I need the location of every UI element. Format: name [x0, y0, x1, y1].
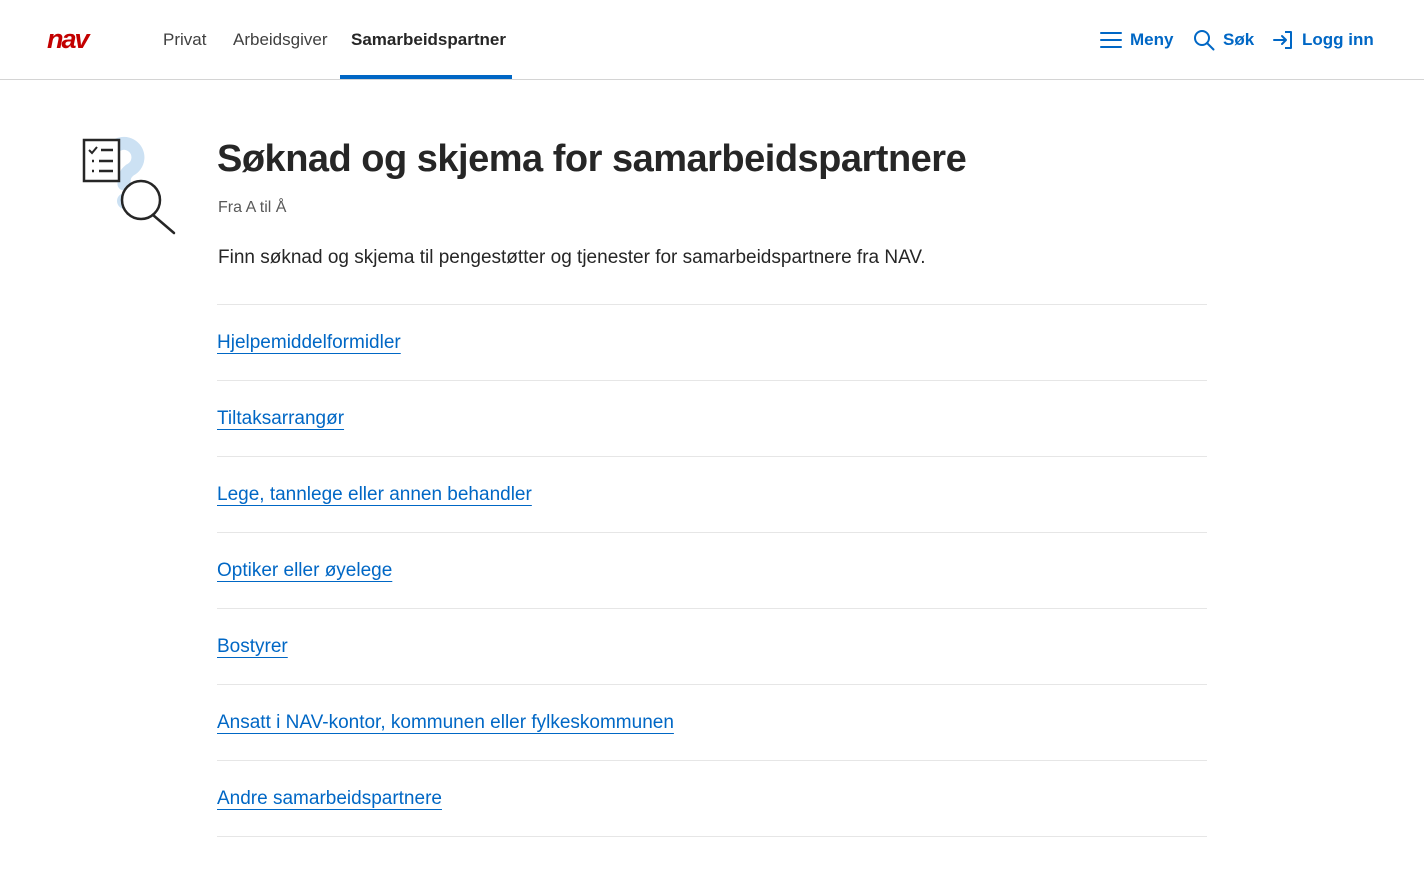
search-label: Søk — [1223, 30, 1255, 49]
list-item: Bostyrer — [217, 609, 1207, 685]
link-bostyrer[interactable]: Bostyrer — [217, 636, 288, 658]
link-ansatt-nav-kommune[interactable]: Ansatt i NAV-kontor, kommunen eller fylk… — [217, 712, 674, 734]
list-item: Lege, tannlege eller annen behandler — [217, 457, 1207, 533]
list-item: Optiker eller øyelege — [217, 533, 1207, 609]
login-button[interactable]: Logg inn — [1272, 26, 1374, 54]
list-item: Ansatt i NAV-kontor, kommunen eller fylk… — [217, 685, 1207, 761]
list-item: Tiltaksarrangør — [217, 381, 1207, 457]
page-title: Søknad og skjema for samarbeidspartnere — [217, 138, 967, 180]
site-header: nav Privat Arbeidsgiver Samarbeidspartne… — [0, 0, 1424, 80]
login-icon — [1273, 31, 1292, 49]
search-icon — [1194, 30, 1215, 51]
link-optiker-oyelege[interactable]: Optiker eller øyelege — [217, 560, 392, 582]
active-tab-indicator — [340, 75, 512, 79]
partner-link-list: Hjelpemiddelformidler Tiltaksarrangør Le… — [217, 304, 1207, 837]
page-subtitle: Fra A til Å — [218, 199, 287, 216]
tab-arbeidsgiver[interactable]: Arbeidsgiver — [233, 0, 328, 80]
link-lege-tannlege-behandler[interactable]: Lege, tannlege eller annen behandler — [217, 484, 532, 506]
tab-privat[interactable]: Privat — [163, 0, 206, 80]
nav-logo[interactable]: nav — [47, 29, 113, 51]
search-button[interactable]: Søk — [1193, 26, 1254, 54]
link-tiltaksarrangor[interactable]: Tiltaksarrangør — [217, 408, 344, 430]
list-item: Hjelpemiddelformidler — [217, 305, 1207, 381]
link-hjelpemiddelformidler[interactable]: Hjelpemiddelformidler — [217, 332, 401, 354]
nav-logo-mark: nav — [47, 29, 94, 51]
tab-samarbeidspartner[interactable]: Samarbeidspartner — [351, 0, 506, 80]
menu-label: Meny — [1130, 30, 1174, 49]
hamburger-icon — [1100, 32, 1122, 48]
link-andre-samarbeidspartnere[interactable]: Andre samarbeidspartnere — [217, 788, 442, 810]
menu-button[interactable]: Meny — [1100, 26, 1173, 54]
checklist-magnifier-illustration — [80, 136, 180, 236]
svg-text:nav: nav — [47, 29, 92, 51]
list-item: Andre samarbeidspartnere — [217, 761, 1207, 837]
login-label: Logg inn — [1302, 30, 1374, 49]
page-ingress: Finn søknad og skjema til pengestøtter o… — [218, 247, 926, 268]
